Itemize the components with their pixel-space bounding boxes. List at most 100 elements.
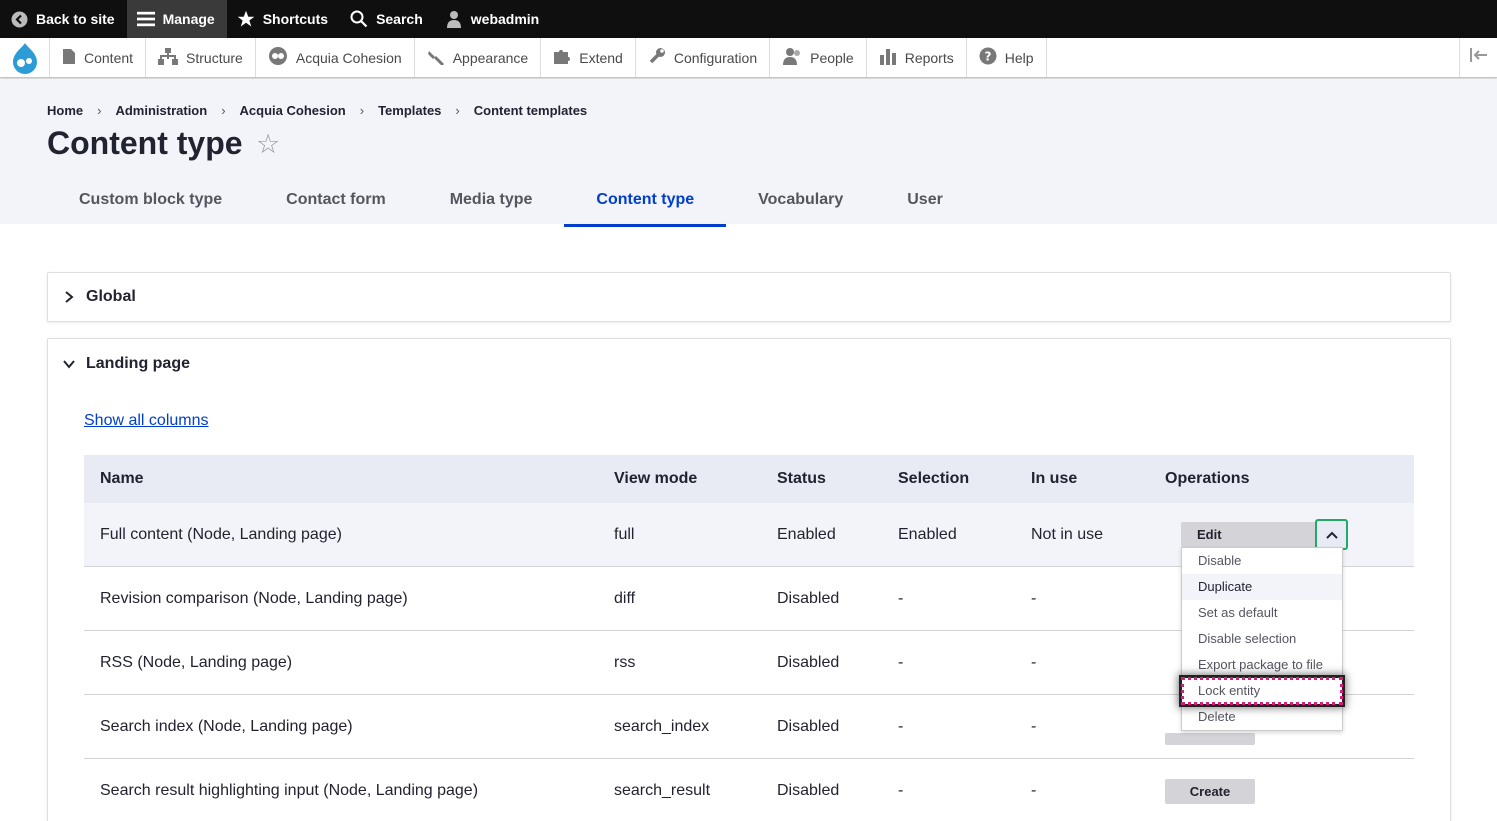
tray-item-extend[interactable]: Extend <box>541 38 636 77</box>
star-icon <box>237 10 255 28</box>
menu-item-lock-entity[interactable]: Lock entity <box>1181 677 1343 705</box>
edit-button[interactable]: Edit <box>1181 522 1317 547</box>
menu-item-duplicate[interactable]: Duplicate <box>1182 574 1342 600</box>
cell-name: Revision comparison (Node, Landing page) <box>100 589 408 607</box>
global-panel-label: Global <box>86 288 136 305</box>
user-label: webadmin <box>470 11 540 27</box>
cell-in-use: - <box>1031 717 1037 735</box>
structure-icon <box>158 47 179 68</box>
shortcuts-label: Shortcuts <box>262 11 329 27</box>
page-title: Content type <box>47 125 243 161</box>
cell-name: Full content (Node, Landing page) <box>100 525 342 543</box>
tab-media-type[interactable]: Media type <box>418 179 565 227</box>
tray-item-people[interactable]: People <box>770 38 867 77</box>
tray-item-label: Appearance <box>452 49 529 66</box>
cell-status: Disabled <box>777 653 840 671</box>
landing-page-panel-label: Landing page <box>86 355 190 372</box>
collapse-tray-button[interactable] <box>1459 38 1497 77</box>
cell-selection: Enabled <box>898 525 957 543</box>
cell-view-mode: search_result <box>614 782 711 799</box>
breadcrumb: Home › Administration › Acquia Cohesion … <box>47 103 587 118</box>
manage-tab[interactable]: Manage <box>126 0 227 38</box>
cell-status: Disabled <box>777 782 840 799</box>
cell-in-use: - <box>1031 653 1037 671</box>
template-tabs: Custom block type Contact form Media typ… <box>47 179 975 227</box>
cell-status: Enabled <box>777 525 836 543</box>
admin-tray: Content Structure Acquia Cohesion Appear… <box>0 38 1497 78</box>
column-header-name: Name <box>100 470 144 487</box>
document-icon <box>62 48 76 68</box>
tray-item-configuration[interactable]: Configuration <box>636 38 771 77</box>
svg-text:?: ? <box>984 50 991 64</box>
cohesion-icon <box>268 46 288 69</box>
breadcrumb-separator: › <box>359 103 365 118</box>
menu-item-export-package[interactable]: Export package to file <box>1182 652 1342 678</box>
column-header-view-mode: View mode <box>614 470 698 487</box>
bar-chart-icon <box>879 47 897 68</box>
brush-icon <box>427 47 445 68</box>
cell-name: Search index (Node, Landing page) <box>100 717 353 735</box>
tab-vocabulary[interactable]: Vocabulary <box>726 179 875 227</box>
breadcrumb-home[interactable]: Home <box>47 103 83 118</box>
chevron-up-icon <box>1325 526 1338 544</box>
back-to-site-link[interactable]: Back to site <box>0 0 127 38</box>
breadcrumb-separator: › <box>221 103 226 118</box>
puzzle-icon <box>553 47 571 68</box>
cell-name: Search result highlighting input (Node, … <box>100 782 479 799</box>
column-header-in-use: In use <box>1031 470 1078 487</box>
create-button[interactable]: Create <box>1165 778 1255 804</box>
tray-item-appearance[interactable]: Appearance <box>415 38 542 77</box>
shortcuts-tab[interactable]: Shortcuts <box>227 0 340 38</box>
menu-item-disable[interactable]: Disable <box>1182 548 1342 574</box>
cell-in-use: - <box>1031 589 1037 607</box>
dropbutton-toggle[interactable] <box>1315 519 1348 550</box>
tab-custom-block-type[interactable]: Custom block type <box>47 179 254 227</box>
cell-selection: - <box>898 782 904 799</box>
collapse-icon <box>1469 48 1488 67</box>
tray-item-label: People <box>810 49 854 66</box>
tab-content-type[interactable]: Content type <box>564 179 727 227</box>
tray-item-acquia-cohesion[interactable]: Acquia Cohesion <box>256 38 415 77</box>
help-icon: ? <box>979 47 997 68</box>
breadcrumb-templates[interactable]: Templates <box>378 103 441 118</box>
breadcrumb-separator: › <box>455 103 460 118</box>
tray-item-help[interactable]: ? Help <box>967 38 1047 77</box>
menu-item-delete[interactable]: Delete <box>1182 704 1342 730</box>
tray-item-label: Reports <box>904 49 954 66</box>
people-icon <box>782 47 802 68</box>
landing-page-panel-toggle[interactable]: Landing page <box>48 339 1450 389</box>
cell-selection: - <box>898 589 904 607</box>
global-panel-toggle[interactable]: Global <box>48 273 1450 321</box>
cell-selection: - <box>898 653 904 671</box>
tray-item-label: Configuration <box>673 49 758 66</box>
table-header: Name View mode Status Selection In use O… <box>84 455 1414 503</box>
cell-view-mode: rss <box>614 653 636 671</box>
page-header: Home › Administration › Acquia Cohesion … <box>0 79 1497 227</box>
favorite-star-icon[interactable]: ☆ <box>256 131 280 158</box>
back-arrow-icon <box>10 10 28 28</box>
tray-item-reports[interactable]: Reports <box>867 38 967 77</box>
menu-item-disable-selection[interactable]: Disable selection <box>1182 626 1342 652</box>
column-header-operations: Operations <box>1165 470 1250 487</box>
cell-view-mode: full <box>614 525 635 543</box>
user-tab[interactable]: webadmin <box>435 0 551 38</box>
create-button-partial[interactable] <box>1165 733 1255 745</box>
show-all-columns-link[interactable]: Show all columns <box>84 412 209 430</box>
cell-operations: Create <box>1165 778 1414 804</box>
tray-item-label: Content <box>84 49 134 66</box>
tab-user[interactable]: User <box>875 179 975 227</box>
search-tab[interactable]: Search <box>340 0 435 38</box>
drupal-logo-icon[interactable] <box>0 38 50 77</box>
menu-item-set-as-default[interactable]: Set as default <box>1182 600 1342 626</box>
cell-status: Disabled <box>777 589 840 607</box>
tab-contact-form[interactable]: Contact form <box>254 179 418 227</box>
manage-label: Manage <box>162 11 215 27</box>
tray-item-structure[interactable]: Structure <box>146 38 256 77</box>
breadcrumb-content-templates[interactable]: Content templates <box>474 103 587 118</box>
breadcrumb-separator: › <box>97 103 102 118</box>
breadcrumb-administration[interactable]: Administration <box>115 103 207 118</box>
tray-item-content[interactable]: Content <box>50 38 147 77</box>
breadcrumb-acquia-cohesion[interactable]: Acquia Cohesion <box>240 103 346 118</box>
cell-view-mode: search_index <box>614 717 710 735</box>
cell-name: RSS (Node, Landing page) <box>100 653 293 671</box>
